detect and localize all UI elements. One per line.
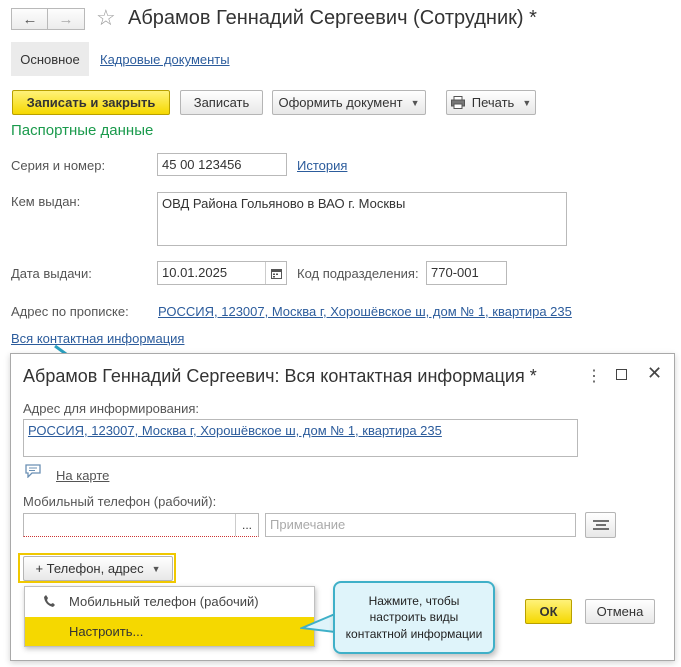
- info-address-value[interactable]: РОССИЯ, 123007, Москва г, Хорошёвское ш,…: [28, 423, 442, 438]
- dropdown-item-mobile[interactable]: Мобильный телефон (рабочий): [25, 587, 314, 615]
- save-and-close-button[interactable]: Записать и закрыть: [12, 90, 170, 115]
- forward-button[interactable]: →: [47, 8, 85, 30]
- registration-label: Адрес по прописке:: [11, 304, 129, 319]
- info-address-field[interactable]: РОССИЯ, 123007, Москва г, Хорошёвское ш,…: [23, 419, 578, 457]
- select-button[interactable]: ...: [235, 514, 258, 536]
- chevron-down-icon: ▼: [151, 563, 161, 574]
- back-button[interactable]: ←: [11, 8, 49, 30]
- tab-main[interactable]: Основное: [11, 42, 89, 76]
- issue-date-label: Дата выдачи:: [11, 266, 92, 281]
- window-title: Абрамов Геннадий Сергеевич (Сотрудник) *: [128, 7, 537, 29]
- dropdown-item-mobile-label: Мобильный телефон (рабочий): [69, 593, 259, 609]
- ok-button[interactable]: ОК: [525, 599, 572, 624]
- section-title: Паспортные данные: [11, 122, 154, 139]
- more-options-icon[interactable]: ⋮: [586, 366, 602, 386]
- department-code-label: Код подразделения:: [297, 266, 419, 281]
- issue-date-value: 10.01.2025: [162, 265, 228, 280]
- printer-icon: [450, 96, 465, 109]
- all-contact-info-link[interactable]: Вся контактная информация: [11, 331, 184, 346]
- add-phone-address-label: + Телефон, адрес: [35, 561, 144, 576]
- registration-address-link[interactable]: РОССИЯ, 123007, Москва г, Хорошёвское ш,…: [158, 304, 572, 319]
- note-field[interactable]: Примечание: [265, 513, 576, 537]
- print-button[interactable]: Печать ▼: [446, 90, 536, 115]
- cancel-button[interactable]: Отмена: [585, 599, 655, 624]
- create-document-label: Оформить документ: [278, 95, 403, 110]
- add-contact-dropdown: Мобильный телефон (рабочий) Настроить...: [24, 586, 315, 647]
- arrow-left-icon: ←: [22, 10, 38, 28]
- issued-by-label: Кем выдан:: [11, 194, 81, 209]
- arrow-right-icon: →: [58, 10, 74, 28]
- dropdown-item-configure-label: Настроить...: [69, 624, 144, 639]
- calendar-icon: [270, 268, 282, 279]
- series-number-field[interactable]: 45 00 123456: [157, 153, 287, 176]
- mobile-phone-field[interactable]: [23, 513, 259, 537]
- tab-main-label: Основное: [20, 51, 80, 67]
- comment-button[interactable]: [585, 512, 616, 538]
- lines-icon: [592, 520, 609, 530]
- close-icon[interactable]: ✕: [647, 363, 662, 384]
- callout-pointer-icon: [300, 612, 336, 634]
- series-label: Серия и номер:: [11, 158, 106, 173]
- create-document-button[interactable]: Оформить документ ▼: [272, 90, 426, 115]
- map-comment-icon: [25, 464, 41, 478]
- calendar-button[interactable]: [265, 262, 286, 284]
- tab-hr-documents[interactable]: Кадровые документы: [100, 52, 230, 67]
- dialog-title: Абрамов Геннадий Сергеевич: Вся контактн…: [23, 366, 537, 386]
- info-address-label: Адрес для информирования:: [23, 401, 199, 416]
- hint-callout: Нажмите, чтобы настроить виды контактной…: [333, 581, 495, 654]
- map-link[interactable]: На карте: [56, 468, 109, 483]
- save-button[interactable]: Записать: [180, 90, 263, 115]
- department-code-field[interactable]: 770-001: [426, 261, 507, 285]
- dropdown-item-configure[interactable]: Настроить...: [25, 617, 314, 646]
- print-label: Печать: [471, 95, 515, 110]
- chevron-down-icon: ▼: [522, 97, 532, 108]
- issued-by-field[interactable]: ОВД Района Гольяново в ВАО г. Москвы: [157, 192, 567, 246]
- chevron-down-icon: ▼: [410, 97, 420, 108]
- phone-icon: [44, 595, 55, 607]
- favorite-star-icon[interactable]: ☆: [96, 7, 116, 29]
- add-phone-address-button[interactable]: + Телефон, адрес ▼: [23, 556, 173, 581]
- note-placeholder: Примечание: [270, 517, 346, 532]
- maximize-icon[interactable]: [616, 369, 627, 380]
- hint-callout-text: Нажмите, чтобы настроить виды контактной…: [345, 594, 483, 641]
- history-link[interactable]: История: [297, 158, 347, 173]
- mobile-label: Мобильный телефон (рабочий):: [23, 494, 217, 509]
